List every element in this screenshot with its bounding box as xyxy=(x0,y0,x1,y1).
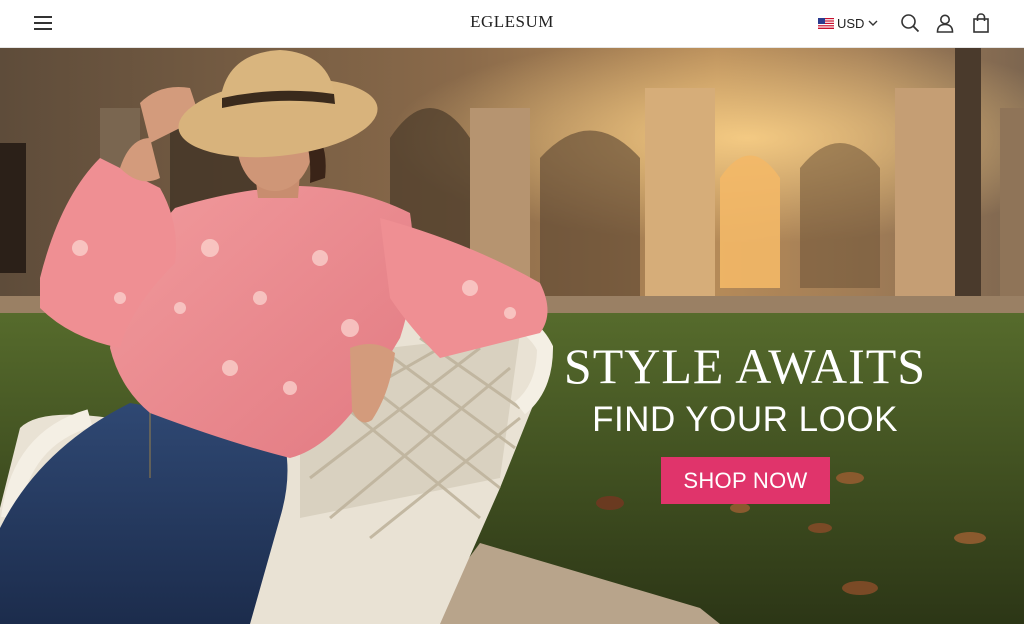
site-header: EGLESUM USD xyxy=(0,0,1024,48)
brand-logo[interactable]: EGLESUM xyxy=(470,12,554,31)
hero-title: STYLE AWAITS xyxy=(563,338,927,394)
account-icon[interactable] xyxy=(934,12,956,34)
shopping-bag-icon[interactable] xyxy=(970,12,992,34)
currency-label: USD xyxy=(837,15,865,31)
currency-selector[interactable]: USD xyxy=(818,14,878,32)
chevron-down-icon xyxy=(868,20,878,26)
hamburger-menu-icon[interactable] xyxy=(32,13,54,33)
hero-banner: STYLE AWAITS FIND YOUR LOOK SHOP NOW xyxy=(0,48,1024,624)
shop-now-button[interactable]: SHOP NOW xyxy=(661,457,830,504)
hero-subtitle: FIND YOUR LOOK xyxy=(592,400,898,439)
search-icon[interactable] xyxy=(899,12,921,34)
us-flag-icon xyxy=(818,17,834,29)
